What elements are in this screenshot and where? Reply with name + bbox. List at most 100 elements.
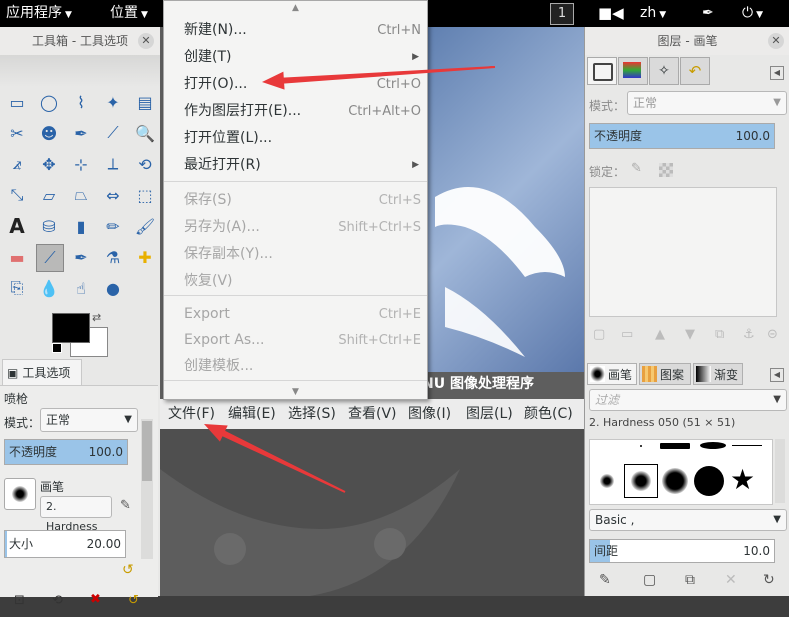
move-icon[interactable]: ✥ xyxy=(36,151,62,177)
brush-item[interactable] xyxy=(700,442,726,449)
menu-item-export-as[interactable]: Export As... Shift+Ctrl+E xyxy=(164,327,427,354)
brush-item[interactable] xyxy=(694,466,724,496)
brush-tag-select[interactable]: Basic , ▼ xyxy=(589,509,787,531)
crop-icon[interactable]: ⟂ xyxy=(100,151,126,177)
cage-icon[interactable]: ⬚ xyxy=(132,182,158,208)
eraser-icon[interactable]: ▬ xyxy=(4,244,30,270)
menu-image[interactable]: 图像(I) xyxy=(408,399,451,429)
edit-brush-icon[interactable]: ✎ xyxy=(599,572,611,588)
menu-item-open[interactable]: 打开(O)... Ctrl+O xyxy=(164,71,427,98)
video-camera-icon[interactable]: ■◀ xyxy=(598,0,624,27)
menu-item-open-recent[interactable]: 最近打开(R) ▶ xyxy=(164,152,427,179)
refresh-brushes-icon[interactable]: ↻ xyxy=(763,572,775,588)
delete-layer-icon[interactable]: ⊝ xyxy=(767,327,778,342)
flip-icon[interactable]: ⇔ xyxy=(100,182,126,208)
star-brush-icon[interactable]: ★ xyxy=(730,464,755,496)
menu-colors[interactable]: 颜色(C) xyxy=(524,399,573,429)
pen-icon[interactable]: ✒ xyxy=(702,0,714,27)
menu-view[interactable]: 查看(V) xyxy=(348,399,397,429)
menu-item-create[interactable]: 创建(T) ▶ xyxy=(164,44,427,71)
layers-mode-select[interactable]: 正常 ▼ xyxy=(627,91,787,115)
new-brush-icon[interactable]: ▢ xyxy=(643,572,656,588)
blend-icon[interactable]: ▮ xyxy=(68,213,94,239)
menu-item-save-copy[interactable]: 保存副本(Y)... xyxy=(164,241,427,268)
scroll-down-icon[interactable]: ▼ xyxy=(164,387,427,397)
ellipse-select-icon[interactable]: ◯ xyxy=(36,89,62,115)
reset-size-icon[interactable]: ↺ xyxy=(122,562,134,578)
ink-icon[interactable]: ✒ xyxy=(68,244,94,270)
brush-name-field[interactable]: 2. Hardness xyxy=(40,496,112,533)
tab-channels[interactable] xyxy=(618,57,648,85)
input-method-menu[interactable]: zh ▼ xyxy=(640,0,666,27)
perspective-icon[interactable]: ⏢ xyxy=(68,182,94,208)
workspace-indicator[interactable]: 1 xyxy=(550,3,574,25)
close-icon[interactable]: ✕ xyxy=(768,33,784,49)
menu-select[interactable]: 选择(S) xyxy=(288,399,336,429)
brush-item[interactable] xyxy=(732,445,762,446)
mode-select[interactable]: 正常 ▼ xyxy=(40,408,138,432)
reset-options-icon[interactable]: ↺ xyxy=(128,593,139,608)
blur-icon[interactable]: 💧 xyxy=(36,275,62,301)
scroll-up-icon[interactable]: ▲ xyxy=(164,3,427,13)
text-tool-icon[interactable]: A xyxy=(4,213,30,239)
menu-edit[interactable]: 编辑(E) xyxy=(228,399,276,429)
tab-undo-history[interactable]: ↶ xyxy=(680,57,710,85)
mypaint-icon[interactable]: ⚗ xyxy=(100,244,126,270)
applications-menu[interactable]: 应用程序 ▼ xyxy=(6,0,72,27)
shear-icon[interactable]: ▱ xyxy=(36,182,62,208)
menu-item-save-as[interactable]: 另存为(A)... Shift+Ctrl+S xyxy=(164,214,427,241)
fuzzy-select-icon[interactable]: ✦ xyxy=(100,89,126,115)
close-icon[interactable]: ✕ xyxy=(138,33,154,49)
select-by-color-icon[interactable]: ▤ xyxy=(132,89,158,115)
anchor-layer-icon[interactable]: ⚓ xyxy=(743,327,755,342)
dodge-burn-icon[interactable]: ● xyxy=(100,275,126,301)
menu-layer[interactable]: 图层(L) xyxy=(466,399,513,429)
layers-list[interactable] xyxy=(589,187,777,317)
power-menu[interactable]: ⏻ ▼ xyxy=(742,0,763,27)
size-slider[interactable]: 大小 20.00 xyxy=(4,530,126,558)
lock-alpha-icon[interactable] xyxy=(659,163,673,177)
brush-item[interactable] xyxy=(660,443,690,449)
heal-icon[interactable]: ✚ xyxy=(132,244,158,270)
configure-tab-icon[interactable]: ◀ xyxy=(770,66,784,80)
places-menu[interactable]: 位置 ▼ xyxy=(110,0,148,27)
menu-item-save[interactable]: 保存(S) Ctrl+S xyxy=(164,187,427,214)
menu-file[interactable]: 文件(F) xyxy=(168,399,215,429)
menu-item-export[interactable]: Export Ctrl+E xyxy=(164,301,427,328)
bucket-fill-icon[interactable]: ⛁ xyxy=(36,213,62,239)
tab-gradients[interactable]: 渐变 xyxy=(693,363,743,385)
new-layer-group-icon[interactable]: ▭ xyxy=(621,327,633,342)
smudge-icon[interactable]: ☝ xyxy=(68,275,94,301)
edit-brush-icon[interactable]: ✎ xyxy=(120,498,131,513)
tab-tool-options[interactable]: ▣ 工具选项 xyxy=(2,359,82,386)
new-layer-icon[interactable]: ▢ xyxy=(593,327,605,342)
spacing-slider[interactable]: 间距 10.0 xyxy=(589,539,775,563)
brush-preview[interactable] xyxy=(4,478,36,510)
zoom-icon[interactable]: 🔍 xyxy=(132,120,158,146)
opacity-slider[interactable]: 不透明度 100.0 xyxy=(4,439,128,465)
brush-grid[interactable]: ★ xyxy=(589,439,773,505)
pencil-icon[interactable]: ✏ xyxy=(100,213,126,239)
menu-item-new[interactable]: 新建(N)... Ctrl+N xyxy=(164,17,427,44)
scale-icon[interactable]: ⤡ xyxy=(4,182,30,208)
align-icon[interactable]: ⊹ xyxy=(68,151,94,177)
lock-pixels-icon[interactable]: ✎ xyxy=(631,161,642,176)
paths-tool-icon[interactable]: ✒ xyxy=(68,120,94,146)
menu-item-open-as-layers[interactable]: 作为图层打开(E)... Ctrl+Alt+O xyxy=(164,98,427,125)
rotate-icon[interactable]: ⟲ xyxy=(132,151,158,177)
foreground-select-icon[interactable]: ☻ xyxy=(36,120,62,146)
tab-brushes[interactable]: 画笔 xyxy=(587,363,637,385)
scissors-select-icon[interactable]: ✂ xyxy=(4,120,30,146)
tool-options-scrollbar[interactable] xyxy=(141,419,153,559)
foreground-color-swatch[interactable] xyxy=(52,313,90,343)
configure-brush-tab-icon[interactable]: ◀ xyxy=(770,368,784,382)
duplicate-brush-icon[interactable]: ⧉ xyxy=(685,572,695,588)
delete-brush-icon[interactable]: ✕ xyxy=(725,572,737,588)
brush-item-selected[interactable] xyxy=(624,464,658,498)
layer-opacity-slider[interactable]: 不透明度 100.0 xyxy=(589,123,775,149)
brush-filter-input[interactable]: 过滤 ▼ xyxy=(589,389,787,411)
raise-layer-icon[interactable]: ▲ xyxy=(655,327,665,342)
color-picker-icon[interactable]: ⟋ xyxy=(100,120,126,146)
menu-item-revert[interactable]: 恢复(V) xyxy=(164,268,427,295)
brush-grid-scrollbar[interactable] xyxy=(775,439,785,503)
